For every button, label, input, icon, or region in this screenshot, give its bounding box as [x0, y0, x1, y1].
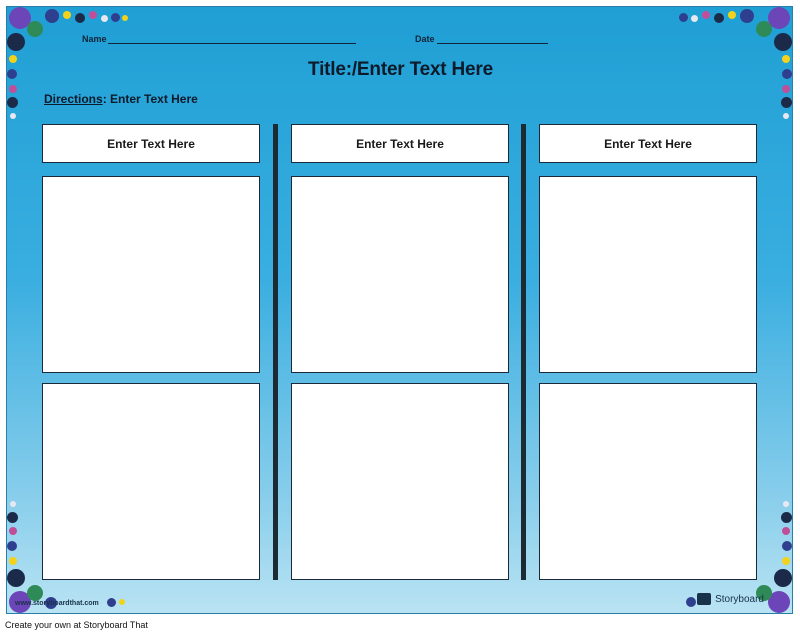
column-1-cell-1[interactable]: [42, 176, 260, 373]
storyboard-logo-icon: [697, 593, 712, 605]
column-1-cell-2[interactable]: [42, 383, 260, 580]
brand-name: Storyboard: [715, 593, 764, 605]
directions-text: : Enter Text Here: [102, 92, 198, 106]
column-3-cell-2[interactable]: [539, 383, 757, 580]
date-label: Date: [415, 34, 435, 44]
column-divider-1: [273, 124, 278, 580]
column-1-heading[interactable]: Enter Text Here: [42, 124, 260, 163]
worksheet-title[interactable]: Title:/Enter Text Here: [7, 59, 792, 81]
directions[interactable]: Directions: Enter Text Here: [44, 92, 198, 106]
column-2-heading[interactable]: Enter Text Here: [291, 124, 509, 163]
directions-label: Directions: [44, 92, 103, 106]
storyboard-caption-link[interactable]: Create your own at Storyboard That: [5, 620, 148, 630]
watermark-url: www.storyboardthat.com: [15, 600, 99, 607]
column-2-cell-1[interactable]: [291, 176, 509, 373]
date-field[interactable]: [437, 43, 548, 44]
name-label: Name: [82, 34, 107, 44]
column-3-cell-1[interactable]: [539, 176, 757, 373]
column-divider-2: [521, 124, 526, 580]
column-2-cell-2[interactable]: [291, 383, 509, 580]
name-field[interactable]: [108, 43, 356, 44]
column-3-heading[interactable]: Enter Text Here: [539, 124, 757, 163]
worksheet: Name Date Title:/Enter Text Here Directi…: [6, 6, 793, 614]
brand-logo[interactable]: Storyboard: [697, 593, 764, 605]
